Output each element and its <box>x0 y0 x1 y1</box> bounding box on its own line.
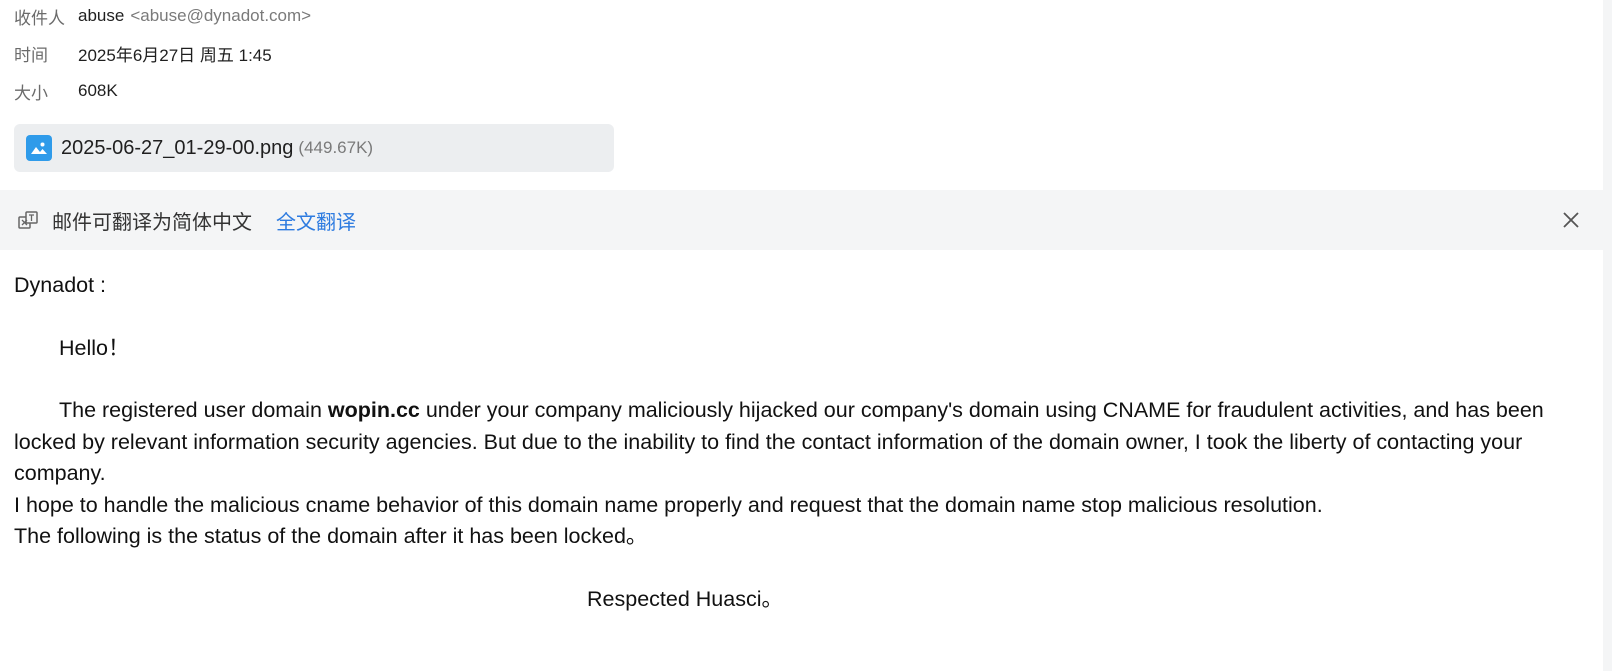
message-text: The registered user domain <box>59 398 328 422</box>
message-body: Dynadot : Hello！ The registered user dom… <box>14 270 1594 615</box>
attachment-filename[interactable]: 2025-06-27_01-29-00.png <box>61 137 293 160</box>
message-greeting: Dynadot : <box>14 273 107 297</box>
message-signature: Respected Huasci。 <box>587 586 783 611</box>
message-line: The following is the status of the domai… <box>14 524 648 548</box>
translate-full-link[interactable]: 全文翻译 <box>276 206 356 235</box>
recipient-email[interactable]: <abuse@dynadot.com> <box>130 6 311 26</box>
attachment-chip[interactable]: 2025-06-27_01-29-00.png (449.67K) <box>14 124 614 172</box>
message-paragraph: The registered user domain wopin.cc unde… <box>14 395 1594 490</box>
close-icon[interactable] <box>1559 208 1583 232</box>
time-label: 时间 <box>14 45 48 65</box>
attachment-size: (449.67K) <box>298 138 374 157</box>
recipient-row: 收件人 abuse <abuse@dynadot.com> <box>14 3 311 29</box>
message-line: I hope to handle the malicious cname beh… <box>14 492 1323 517</box>
message-hello: Hello！ <box>59 335 130 360</box>
translate-icon <box>16 208 40 232</box>
image-icon <box>26 135 52 161</box>
time-value: 2025年6月27日 周五 1:45 <box>78 45 272 65</box>
size-row: 大小 608K <box>14 78 118 104</box>
time-row: 时间 2025年6月27日 周五 1:45 <box>14 40 272 66</box>
recipient-label: 收件人 <box>14 8 65 28</box>
recipient-name[interactable]: abuse <box>78 6 124 26</box>
size-label: 大小 <box>14 83 48 103</box>
domain-name: wopin.cc <box>327 398 420 422</box>
translate-notice: 邮件可翻译为简体中文 <box>52 211 252 234</box>
scrollbar-track[interactable] <box>1603 0 1612 671</box>
translate-bar: 邮件可翻译为简体中文 全文翻译 <box>0 190 1603 250</box>
size-value: 608K <box>78 81 118 100</box>
